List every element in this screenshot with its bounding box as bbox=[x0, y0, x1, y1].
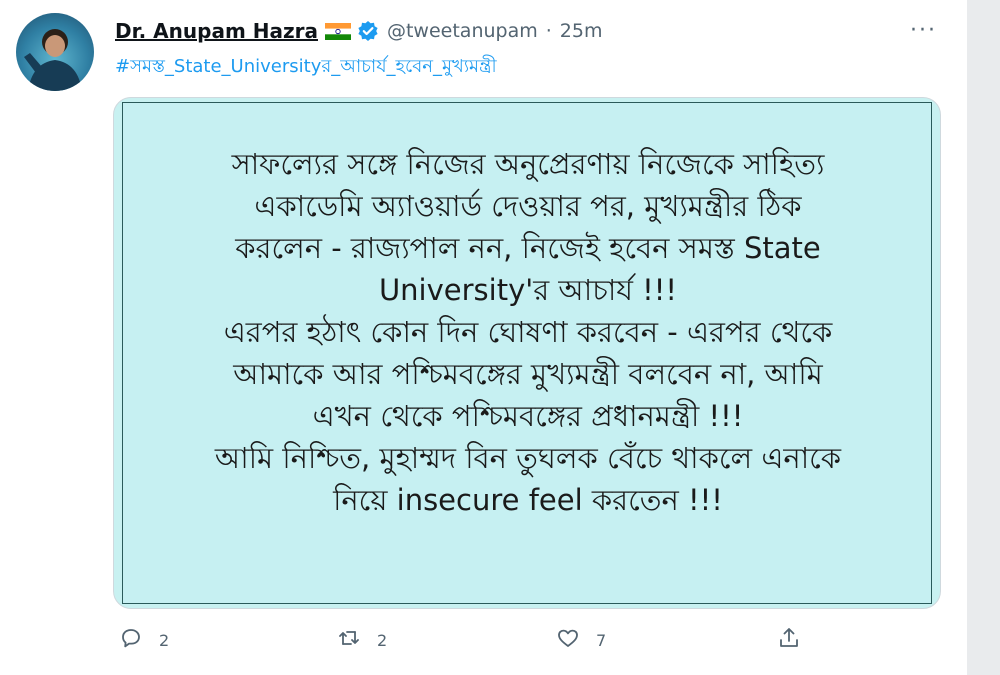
image-card[interactable]: সাফল্যের সঙ্গে নিজের অনুপ্রেরণায় নিজেকে… bbox=[113, 97, 941, 609]
tweet-header: Dr. Anupam Hazra @tweetanupam · 25m bbox=[115, 18, 602, 44]
india-flag-icon bbox=[324, 22, 351, 40]
author-name[interactable]: Dr. Anupam Hazra bbox=[115, 19, 318, 43]
tweet[interactable]: Dr. Anupam Hazra @tweetanupam · 25m ··· … bbox=[0, 0, 967, 675]
like-button[interactable]: 7 bbox=[556, 622, 606, 658]
tweet-time[interactable]: 25m bbox=[560, 20, 603, 42]
avatar[interactable] bbox=[16, 13, 94, 91]
more-options-icon[interactable]: ··· bbox=[910, 18, 937, 43]
retweet-count: 2 bbox=[377, 630, 388, 650]
verified-badge-icon bbox=[357, 20, 379, 42]
share-icon bbox=[777, 626, 801, 654]
like-count: 7 bbox=[596, 630, 607, 650]
hashtag-link[interactable]: #সমস্ত_State_Universityর_আচার্য_হবেন_মুখ… bbox=[115, 52, 497, 83]
image-text: সাফল্যের সঙ্গে নিজের অনুপ্রেরণায় নিজেকে… bbox=[214, 147, 842, 517]
image-text-panel: সাফল্যের সঙ্গে নিজের অনুপ্রেরণায় নিজেকে… bbox=[122, 102, 932, 604]
tweet-actions: 2 2 7 bbox=[115, 622, 815, 658]
heart-icon bbox=[556, 626, 580, 654]
share-button[interactable] bbox=[777, 622, 801, 658]
reply-count: 2 bbox=[159, 630, 170, 650]
author-handle[interactable]: @tweetanupam bbox=[387, 20, 538, 42]
separator-dot: · bbox=[545, 20, 552, 42]
right-scroll-gutter bbox=[967, 0, 1000, 675]
reply-button[interactable]: 2 bbox=[119, 622, 169, 658]
reply-icon bbox=[119, 626, 143, 654]
retweet-button[interactable]: 2 bbox=[337, 622, 387, 658]
retweet-icon bbox=[337, 626, 361, 654]
